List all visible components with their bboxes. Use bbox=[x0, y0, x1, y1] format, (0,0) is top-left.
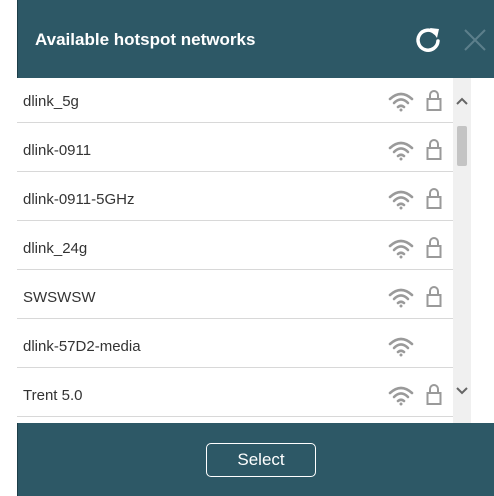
wifi-icon bbox=[388, 337, 414, 357]
wifi-icon bbox=[388, 190, 414, 210]
refresh-icon[interactable] bbox=[413, 25, 443, 55]
wifi-icon bbox=[388, 288, 414, 308]
network-row[interactable]: dlink-0911 bbox=[17, 127, 453, 172]
network-list: dlink_5g dlink-0911 dlink-0911-5GHz dlin… bbox=[17, 78, 494, 423]
network-row[interactable]: dlink-57D2-media bbox=[17, 323, 453, 368]
wifi-icon bbox=[388, 386, 414, 406]
network-row[interactable]: dlink-0911-5GHz bbox=[17, 176, 453, 221]
wifi-icon bbox=[388, 239, 414, 259]
network-name: SWSWSW bbox=[23, 289, 96, 306]
network-name: Trent 5.0 bbox=[23, 387, 83, 404]
dialog-header: Available hotspot networks bbox=[17, 0, 494, 78]
wifi-icon bbox=[388, 92, 414, 112]
lock-icon bbox=[426, 90, 442, 111]
network-row[interactable]: dlink_24g bbox=[17, 225, 453, 270]
lock-icon bbox=[426, 237, 442, 258]
network-name: dlink_24g bbox=[23, 240, 88, 257]
network-name: dlink-0911 bbox=[23, 142, 92, 159]
network-name: dlink_5g bbox=[23, 93, 79, 110]
network-row[interactable]: SWSWSW bbox=[17, 274, 453, 319]
lock-icon bbox=[426, 139, 442, 160]
lock-icon bbox=[426, 188, 442, 209]
scrollbar[interactable] bbox=[453, 78, 471, 423]
network-name: dlink-57D2-media bbox=[23, 338, 141, 355]
network-row[interactable]: Trent 5.0 bbox=[17, 372, 453, 417]
dialog-title: Available hotspot networks bbox=[35, 30, 256, 49]
lock-icon bbox=[426, 286, 442, 307]
wifi-icon bbox=[388, 141, 414, 161]
network-name: dlink-0911-5GHz bbox=[23, 191, 135, 208]
lock-icon bbox=[426, 384, 442, 405]
select-button[interactable]: Select bbox=[206, 443, 316, 477]
network-row[interactable]: dlink_5g bbox=[17, 78, 453, 123]
close-icon[interactable] bbox=[462, 27, 488, 53]
scroll-down-icon[interactable] bbox=[453, 372, 471, 416]
scroll-up-icon[interactable] bbox=[453, 78, 471, 122]
scrollbar-thumb[interactable] bbox=[457, 126, 467, 166]
